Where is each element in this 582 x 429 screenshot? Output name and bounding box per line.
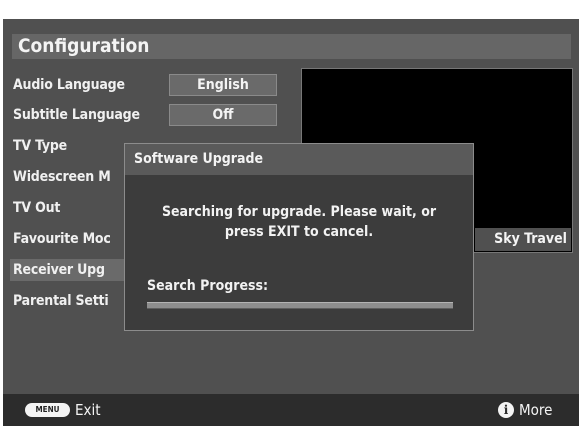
dialog-message: Searching for upgrade. Please wait, or p… (135, 202, 463, 242)
menu-item-subtitle-language[interactable]: Subtitle Language (13, 104, 140, 126)
menu-item-widescreen-mode[interactable]: Widescreen M (13, 166, 111, 188)
menu-item-tv-type[interactable]: TV Type (13, 135, 67, 157)
footer-bar: MENU Exit i More (3, 394, 579, 426)
menu-item-audio-language[interactable]: Audio Language (13, 74, 125, 96)
software-upgrade-dialog: Software Upgrade Searching for upgrade. … (124, 143, 474, 331)
search-progress-bar (147, 302, 453, 309)
menu-item-receiver-upgrade[interactable]: Receiver Upg (10, 259, 124, 281)
menu-item-tv-out[interactable]: TV Out (13, 197, 60, 219)
audio-language-value[interactable]: English (169, 74, 277, 96)
progress-label: Search Progress: (147, 278, 269, 294)
page-title: Configuration (12, 34, 571, 59)
dialog-message-line-2: press EXIT to cancel. (224, 224, 374, 240)
menu-item-favourite-mode[interactable]: Favourite Moc (13, 228, 111, 250)
menu-item-parental-settings[interactable]: Parental Setti (13, 290, 109, 312)
more-label[interactable]: More (519, 399, 552, 421)
exit-label[interactable]: Exit (75, 399, 101, 421)
info-icon[interactable]: i (498, 402, 514, 418)
dialog-title: Software Upgrade (125, 144, 473, 175)
menu-button-icon[interactable]: MENU (25, 403, 70, 417)
subtitle-language-value[interactable]: Off (169, 104, 277, 126)
tv-screen: Configuration Audio Language Subtitle La… (3, 19, 579, 426)
channel-name: Sky Travel (475, 228, 571, 251)
dialog-message-line-1: Searching for upgrade. Please wait, or (161, 204, 437, 220)
